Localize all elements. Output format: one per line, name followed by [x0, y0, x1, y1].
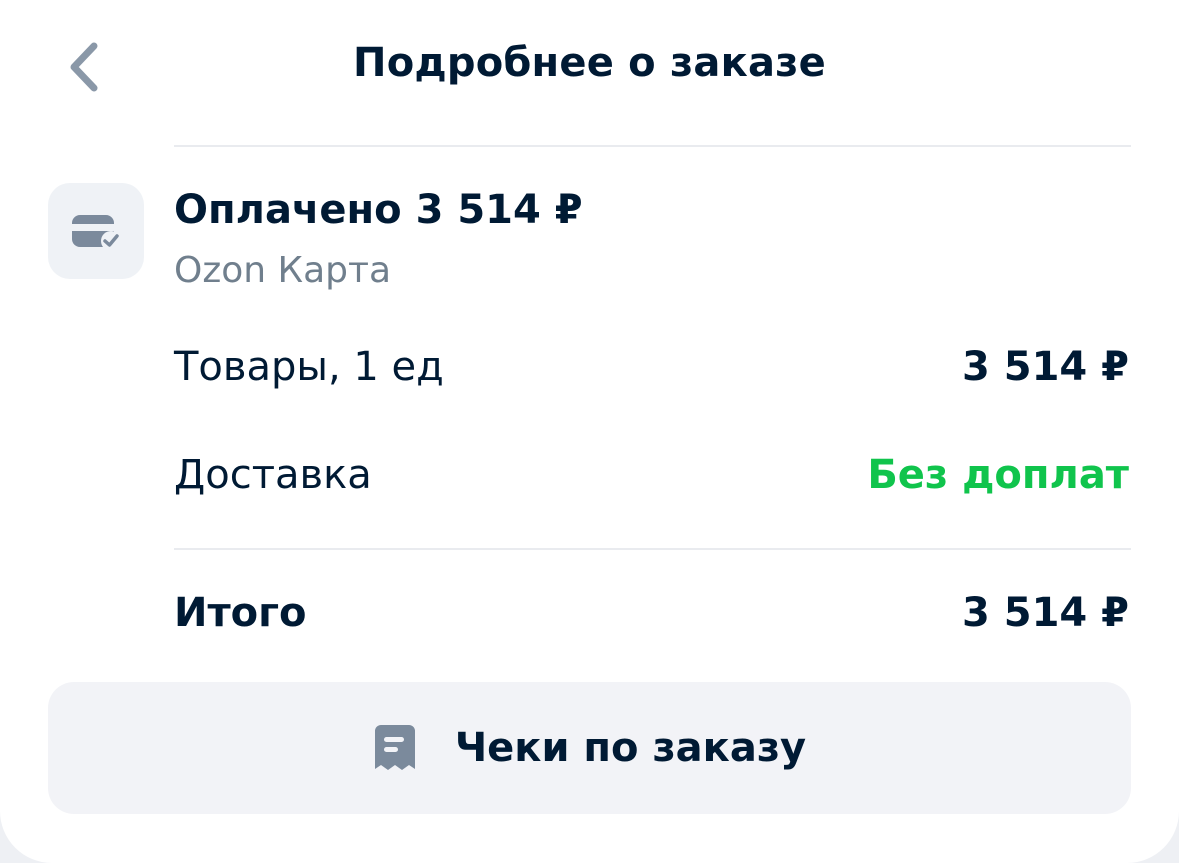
- payment-status: Оплачено 3 514 ₽: [174, 187, 583, 233]
- top-divider: [174, 145, 1131, 147]
- items-label: Товары, 1 ед: [174, 344, 444, 390]
- delivery-label: Доставка: [174, 452, 372, 498]
- receipt-icon: [374, 725, 415, 770]
- payment-icon-tile: [48, 183, 144, 279]
- page-title: Подробнее о заказе: [353, 40, 826, 86]
- card-check-icon: [72, 215, 121, 251]
- total-value: 3 514 ₽: [961, 590, 1129, 636]
- total-label: Итого: [174, 590, 307, 636]
- receipts-button-label: Чеки по заказу: [454, 725, 807, 771]
- receipts-button[interactable]: Чеки по заказу: [48, 682, 1131, 814]
- order-details-sheet: Подробнее о заказе Оплачено 3 514 ₽ Ozon…: [0, 0, 1179, 863]
- payment-method: Ozon Карта: [174, 250, 392, 291]
- items-value: 3 514 ₽: [961, 344, 1129, 390]
- total-divider: [174, 548, 1131, 550]
- delivery-value: Без доплат: [867, 452, 1129, 498]
